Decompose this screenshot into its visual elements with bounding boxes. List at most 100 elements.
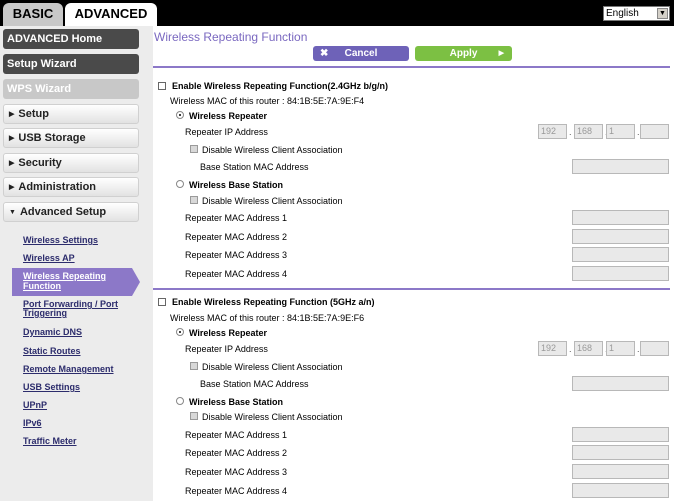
ip-octet-3[interactable]: 1 [606,124,635,139]
sidebar-item-advanced-setup[interactable]: ▼ Advanced Setup [3,202,139,222]
ip-octet-1[interactable]: 192 [538,124,567,139]
sidebar-item-label: Advanced Setup [19,206,107,218]
sidebar-sub-label: Wireless Repeating [23,271,106,281]
base-station-mac-input[interactable] [572,376,669,391]
sidebar-item-administration[interactable]: ▶ Administration [3,177,139,197]
page-title: Wireless Repeating Function [154,30,308,44]
sidebar-item-usb-storage[interactable]: ▶ USB Storage [3,128,139,148]
disable-assoc-checkbox[interactable] [190,145,198,153]
sidebar-sub-traffic-meter[interactable]: Traffic Meter [23,437,77,446]
active-pointer-icon [132,268,140,296]
repeater-mac-label: Repeater MAC Address 1 [185,430,288,440]
enable-5ghz-checkbox[interactable] [158,298,166,306]
wireless-repeater-label: Wireless Repeater [189,111,267,121]
divider [153,66,670,68]
divider [153,288,670,290]
disable-assoc-checkbox[interactable] [190,412,198,420]
apply-button[interactable]: Apply ▶ [415,46,512,61]
wireless-repeater-radio-5[interactable] [176,328,184,336]
sidebar-sub-dynamic-dns[interactable]: Dynamic DNS [23,328,82,337]
enable-5ghz-label: Enable Wireless Repeating Function (5GHz… [172,297,375,307]
cancel-label: Cancel [344,48,378,59]
sidebar-sub-usb-settings[interactable]: USB Settings [23,383,80,392]
language-select[interactable]: English ▼ [603,6,670,21]
sidebar-sub-ipv6[interactable]: IPv6 [23,419,42,428]
disable-assoc-label: Disable Wireless Client Association [202,145,343,155]
chevron-down-icon[interactable]: ▼ [657,8,668,19]
disable-assoc-checkbox[interactable] [190,196,198,204]
disable-assoc-label: Disable Wireless Client Association [202,362,343,372]
ip-octet-2[interactable]: 168 [574,124,603,139]
wireless-base-station-label: Wireless Base Station [189,180,283,190]
chevron-down-icon: ▼ [9,209,16,216]
arrow-right-icon: ▶ [498,50,504,57]
tab-basic[interactable]: BASIC [3,3,63,26]
repeater-ip-label: Repeater IP Address [185,127,268,137]
base-station-mac-input[interactable] [572,159,669,174]
chevron-right-icon: ▶ [9,184,15,191]
wireless-base-station-radio-24[interactable] [176,180,184,188]
ip-octet-2[interactable]: 168 [574,341,603,356]
ip-dot: . [569,127,572,137]
sidebar-sub-wireless-ap[interactable]: Wireless AP [23,254,75,263]
close-icon: ✖ [320,48,329,59]
base-station-mac-label: Base Station MAC Address [200,162,309,172]
sidebar-sub-port-forwarding[interactable]: Port Forwarding / Port Triggering [23,300,118,318]
enable-24ghz-label: Enable Wireless Repeating Function(2.4GH… [172,81,388,91]
base-station-mac-label: Base Station MAC Address [200,379,309,389]
repeater-mac-input[interactable] [572,210,669,225]
wireless-base-station-radio-5[interactable] [176,397,184,405]
sidebar-item-wps-wizard[interactable]: WPS Wizard [3,79,139,99]
repeater-mac-label: Repeater MAC Address 4 [185,269,288,279]
disable-assoc-label: Disable Wireless Client Association [202,412,343,422]
repeater-mac-input[interactable] [572,464,669,479]
apply-label: Apply [449,48,478,59]
repeater-mac-label: Repeater MAC Address 4 [185,486,288,496]
repeater-mac-label: Repeater MAC Address 2 [185,232,288,242]
repeater-mac-label: Repeater MAC Address 3 [185,467,288,477]
ip-octet-4[interactable] [640,341,669,356]
sidebar-sub-label: Triggering [23,308,68,318]
chevron-right-icon: ▶ [9,111,15,118]
repeater-mac-label: Repeater MAC Address 1 [185,213,288,223]
main-content: Wireless Repeating Function ✖ Cancel Appl… [153,26,674,501]
ip-dot: . [569,344,572,354]
wireless-repeater-label: Wireless Repeater [189,328,267,338]
wireless-repeater-radio-24[interactable] [176,111,184,119]
repeater-mac-label: Repeater MAC Address 3 [185,250,288,260]
sidebar-item-setup[interactable]: ▶ Setup [3,104,139,124]
cancel-button[interactable]: ✖ Cancel [313,46,409,61]
ip-octet-4[interactable] [640,124,669,139]
sidebar-item-setup-wizard[interactable]: Setup Wizard [3,54,139,74]
mac-5ghz-label: Wireless MAC of this router : 84:1B:5E:7… [170,313,365,323]
top-bar: BASIC ADVANCED English ▼ [0,0,674,26]
sidebar-sub-remote-management[interactable]: Remote Management [23,365,114,374]
repeater-mac-input[interactable] [572,229,669,244]
tab-advanced[interactable]: ADVANCED [65,3,157,26]
ip-octet-3[interactable]: 1 [606,341,635,356]
repeater-ip-label: Repeater IP Address [185,344,268,354]
sidebar-sub-static-routes[interactable]: Static Routes [23,347,81,356]
sidebar-sub-label: Function [23,281,61,291]
mac-24ghz-label: Wireless MAC of this router : 84:1B:5E:7… [170,96,365,106]
sidebar-sub-wireless-repeating[interactable]: Wireless Repeating Function [12,268,132,296]
sidebar-item-label: Security [18,157,62,169]
repeater-mac-input[interactable] [572,266,669,281]
chevron-right-icon: ▶ [9,135,15,142]
sidebar-item-advanced-home[interactable]: ADVANCED Home [3,29,139,49]
repeater-mac-input[interactable] [572,445,669,460]
sidebar-item-label: Administration [18,181,97,193]
sidebar: ADVANCED Home Setup Wizard WPS Wizard ▶ S… [0,26,153,501]
repeater-mac-label: Repeater MAC Address 2 [185,448,288,458]
sidebar-item-security[interactable]: ▶ Security [3,153,139,173]
disable-assoc-label: Disable Wireless Client Association [202,196,343,206]
wireless-base-station-label: Wireless Base Station [189,397,283,407]
repeater-mac-input[interactable] [572,247,669,262]
ip-octet-1[interactable]: 192 [538,341,567,356]
sidebar-sub-upnp[interactable]: UPnP [23,401,47,410]
repeater-mac-input[interactable] [572,427,669,442]
sidebar-sub-wireless-settings[interactable]: Wireless Settings [23,236,98,245]
repeater-mac-input[interactable] [572,483,669,498]
disable-assoc-checkbox[interactable] [190,362,198,370]
enable-24ghz-checkbox[interactable] [158,82,166,90]
